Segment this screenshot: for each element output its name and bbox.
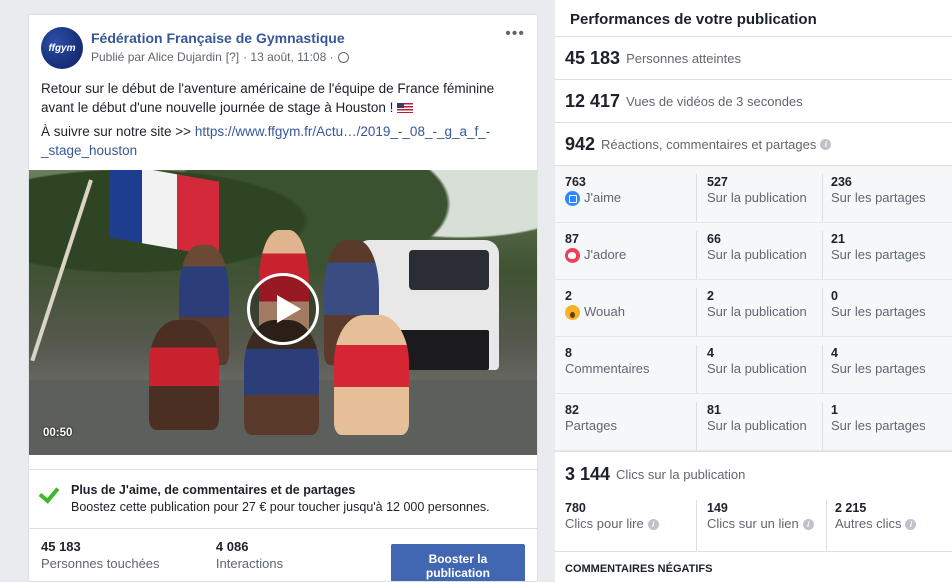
info-icon[interactable]: i (820, 138, 832, 150)
kpi-label: Vues de vidéos de 3 secondes (626, 93, 803, 109)
clicks-label: Autres clics (835, 516, 902, 531)
kpi-value: 45 183 (565, 47, 621, 68)
page-avatar[interactable]: ffgym (41, 27, 83, 69)
clicks-label: Clics sur un lien (707, 516, 799, 531)
kpi-value: 3 144 (565, 463, 611, 484)
love-icon (565, 247, 580, 263)
wow-icon (565, 304, 580, 320)
gymnast (149, 320, 219, 430)
boost-promo: Plus de J'aime, de commentaires et de pa… (29, 469, 537, 528)
negative-feedback-heading: COMMENTAIRES NÉGATIFS (565, 563, 713, 575)
reaction-on-post-label: Sur la publication (707, 361, 807, 376)
post-link-line: À suivre sur notre site >> https://www.f… (41, 124, 491, 158)
like-icon (565, 190, 580, 206)
reaction-on-post: 4 (707, 346, 714, 360)
reaction-label: J'adore (584, 247, 627, 262)
reaction-on-post-label: Sur la publication (707, 304, 807, 319)
reaction-on-post: 81 (707, 403, 721, 417)
reaction-label: Commentaires (565, 361, 650, 376)
reach-stat[interactable]: 45 183 Personnes touchées (41, 539, 216, 573)
us-flag-icon (397, 103, 414, 114)
reaction-on-shares: 236 (831, 175, 852, 189)
page-name-link[interactable]: Fédération Française de Gymnastique (91, 29, 505, 47)
post-card: ffgym Fédération Française de Gymnastiqu… (28, 14, 538, 582)
kpi-label: Réactions, commentaires et partages (601, 136, 817, 152)
boost-title: Plus de J'aime, de commentaires et de pa… (71, 483, 356, 497)
video-duration: 00:50 (43, 427, 73, 439)
reaction-on-shares: 1 (831, 403, 838, 417)
reaction-on-post-label: Sur la publication (707, 190, 807, 205)
kpi-label: Personnes atteintes (626, 50, 741, 66)
author-badge[interactable]: [?] (226, 50, 239, 64)
post-video[interactable]: 00:50 (29, 170, 537, 455)
interactions-label: Interactions (215, 556, 284, 571)
clicks-label: Clics pour lire (565, 516, 644, 531)
reaction-on-shares-label: Sur les partages (831, 304, 926, 319)
clicks-value: 780 (565, 501, 586, 515)
post-header: ffgym Fédération Française de Gymnastiqu… (29, 15, 537, 69)
boost-description: Boostez cette publication pour 27 € pour… (71, 500, 490, 514)
reaction-total: 82 (565, 403, 579, 417)
reaction-on-shares-label: Sur les partages (831, 418, 926, 433)
post-text: Retour sur le début de l'aventure améric… (29, 69, 537, 160)
reaction-on-shares: 0 (831, 289, 838, 303)
panel-title: Performances de votre publication (555, 0, 952, 37)
reach-value: 45 183 (41, 539, 81, 554)
reaction-row-like: 763 J'aime 527 Sur la publication 236 Sur l… (555, 166, 952, 223)
reaction-total: 87 (565, 232, 579, 246)
reaction-on-post: 2 (707, 289, 714, 303)
reaction-row-wow: 2 Wouah 2 Sur la publication 0 Sur les part… (555, 280, 952, 337)
clicks-value: 2 215 (835, 501, 867, 515)
reaction-label: Wouah (584, 304, 625, 319)
post-message: Retour sur le début de l'aventure améric… (41, 81, 495, 115)
performance-panel: Performances de votre publication 45 183… (555, 0, 952, 582)
reaction-label: Partages (565, 418, 618, 433)
post-footer: 45 183 Personnes touchées 4 086 Interact… (29, 528, 537, 581)
reaction-on-shares: 4 (831, 346, 838, 360)
reaction-row-shares: 82 Partages 81 Sur la publication 1 Sur les… (555, 394, 952, 451)
reaction-total: 763 (565, 175, 586, 189)
kpi-label: Clics sur la publication (616, 466, 746, 482)
reach-label: Personnes touchées (41, 556, 160, 571)
post-date[interactable]: · 13 août, 11:08 · (243, 50, 334, 64)
interactions-stat[interactable]: 4 086 Interactions (216, 539, 391, 573)
info-icon[interactable]: i (802, 519, 814, 531)
kpi-clicks: 3 144 Clics sur la publication (555, 451, 952, 496)
reaction-on-shares-label: Sur les partages (831, 247, 926, 262)
reaction-on-shares-label: Sur les partages (831, 190, 926, 205)
info-icon[interactable]: i (905, 518, 917, 530)
check-icon (41, 484, 59, 498)
kpi-video-views: 12 417 Vues de vidéos de 3 secondes (555, 80, 952, 123)
kpi-reach: 45 183 Personnes atteintes (555, 37, 952, 80)
reaction-on-post-label: Sur la publication (707, 247, 807, 262)
kpi-engagement: 942 Réactions, commentaires et partages … (555, 123, 952, 166)
reaction-on-shares-label: Sur les partages (831, 361, 926, 376)
reaction-label: J'aime (584, 190, 622, 205)
interactions-value: 4 086 (215, 539, 249, 554)
reaction-on-post: 66 (707, 232, 721, 246)
reaction-total: 2 (565, 289, 572, 303)
kpi-value: 12 417 (565, 90, 621, 111)
reaction-on-post-label: Sur la publication (707, 418, 807, 433)
post-author: Publié par Alice Dujardin (91, 50, 222, 64)
play-icon[interactable] (247, 273, 319, 345)
info-icon[interactable]: i (647, 518, 659, 530)
reaction-on-shares: 21 (831, 232, 845, 246)
clicks-value: 149 (707, 501, 728, 515)
gymnast (334, 315, 409, 435)
clicks-breakdown: 780 Clics pour lire i 149 Clics sur un lien… (555, 496, 952, 552)
boost-post-button[interactable]: Booster la publication (390, 544, 526, 581)
kpi-value: 942 (565, 133, 596, 154)
reaction-row-comments: 8 Commentaires 4 Sur la publication 4 Sur l… (555, 337, 952, 394)
page-root: ffgym Fédération Française de Gymnastiqu… (0, 0, 952, 582)
reaction-row-love: 87 J'adore 66 Sur la publication 21 Sur les… (555, 223, 952, 280)
more-options-icon[interactable]: ••• (505, 25, 525, 43)
globe-icon[interactable] (337, 51, 349, 63)
post-meta: Publié par Alice Dujardin [?] · 13 août,… (91, 50, 505, 64)
reaction-total: 8 (565, 346, 572, 360)
reaction-on-post: 527 (707, 175, 728, 189)
